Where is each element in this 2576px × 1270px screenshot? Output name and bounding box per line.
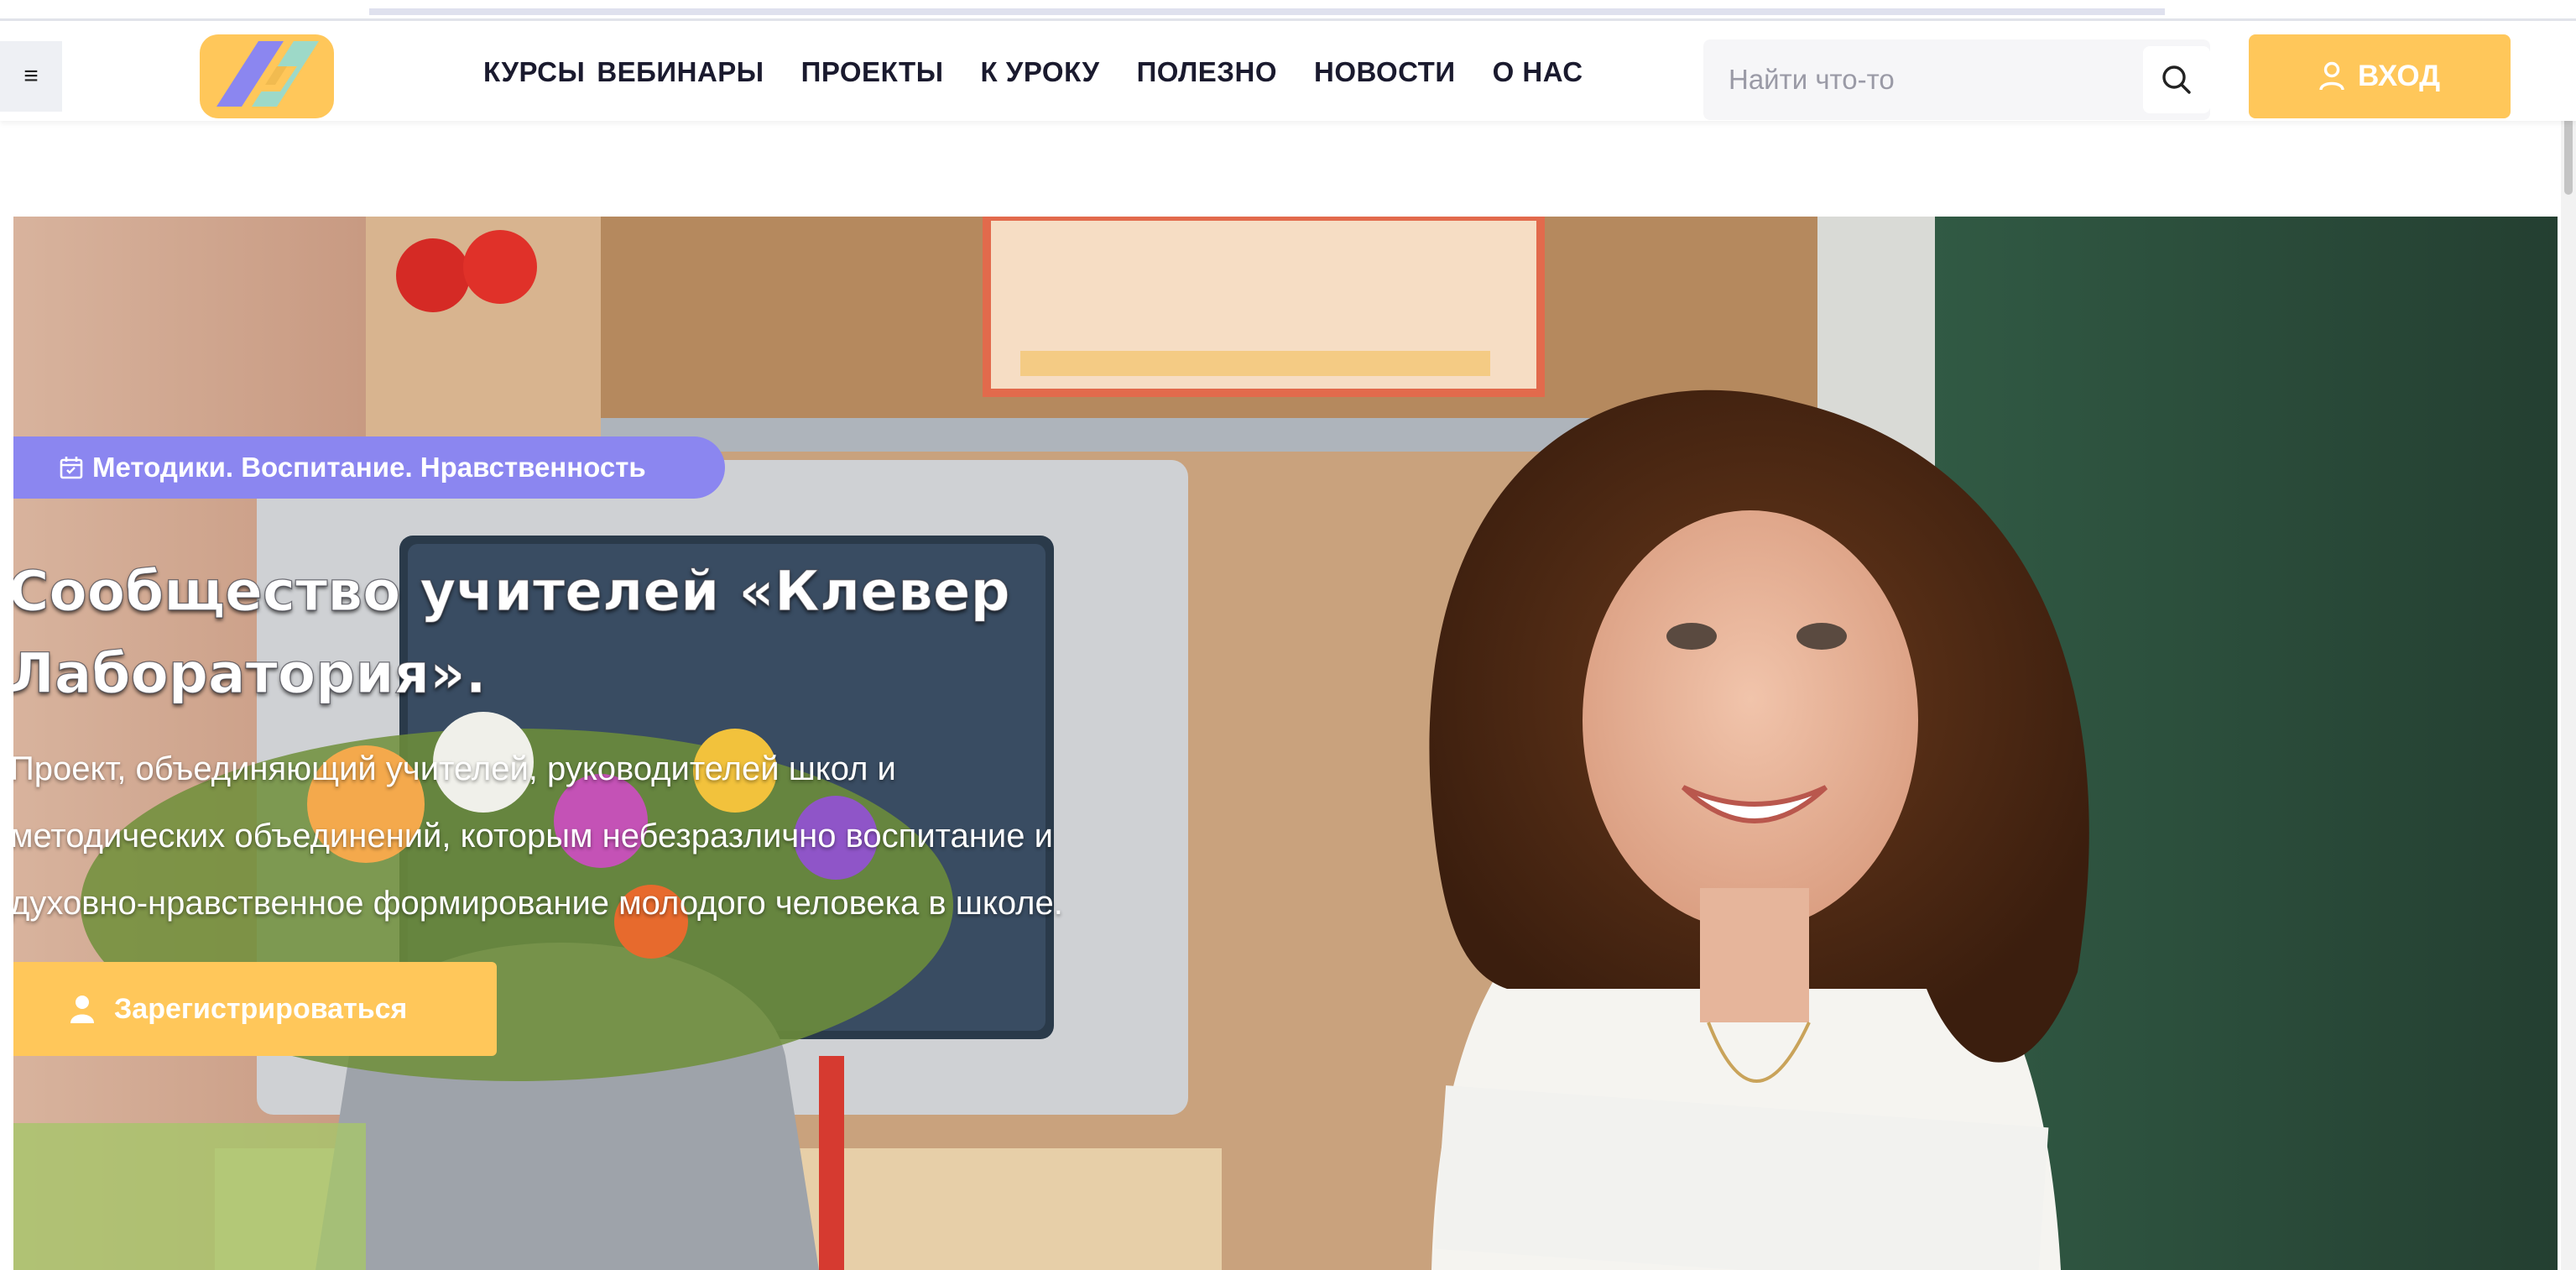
search-input[interactable] xyxy=(1729,39,2115,120)
user-icon xyxy=(70,996,94,1023)
nav-item-about[interactable]: О НАС xyxy=(1493,56,1583,88)
main-nav: КУРСЫ ВЕБИНАРЫ ПРОЕКТЫ К УРОКУ ПОЛЕЗНО Н… xyxy=(483,21,1620,123)
page: ≡ КУРСЫ ВЕБИНАРЫ ПРОЕКТЫ К УРОКУ ПОЛЕЗНО… xyxy=(0,0,2576,1270)
hero-title: Сообщество учителей «Клевер Лаборатория»… xyxy=(13,551,1183,715)
nav-item-projects[interactable]: ПРОЕКТЫ xyxy=(801,56,944,88)
nav-item-to-lesson[interactable]: К УРОКУ xyxy=(981,56,1100,88)
hero-description-line-1: Проект, объединяющий учителей, руководит… xyxy=(13,750,896,787)
hero-description-line-3: духовно-нравственное формирование молодо… xyxy=(13,885,1063,922)
page-scrollbar[interactable] xyxy=(2561,18,2576,1270)
search-button[interactable] xyxy=(2143,46,2210,113)
clover-logo-icon xyxy=(200,34,334,118)
nav-item-news[interactable]: НОВОСТИ xyxy=(1314,56,1456,88)
register-label: Зарегистрироваться xyxy=(114,992,408,1025)
search-icon xyxy=(2162,65,2191,94)
register-button[interactable]: Зарегистрироваться xyxy=(13,962,497,1056)
calendar-icon xyxy=(60,457,83,479)
site-header: ≡ КУРСЫ ВЕБИНАРЫ ПРОЕКТЫ К УРОКУ ПОЛЕЗНО… xyxy=(0,18,2576,121)
category-tag[interactable]: Методики. Воспитание. Нравственность xyxy=(13,436,725,499)
nav-item-courses[interactable]: КУРСЫ xyxy=(483,56,585,88)
login-button[interactable]: ВХОД xyxy=(2249,34,2511,118)
site-logo[interactable] xyxy=(200,33,334,120)
hero-title-line-2: Лаборатория». xyxy=(13,640,487,706)
nav-item-useful[interactable]: ПОЛЕЗНО xyxy=(1137,56,1277,88)
hero-section: Методики. Воспитание. Нравственность Соо… xyxy=(13,217,2558,1270)
menu-button[interactable]: ≡ xyxy=(0,41,62,112)
hero-description-line-2: методических объединений, которым небезр… xyxy=(13,818,1053,855)
search-box xyxy=(1703,39,2210,120)
user-icon xyxy=(2319,61,2344,91)
hero-description: Проект, объединяющий учителей, руководит… xyxy=(13,735,1269,937)
hamburger-icon: ≡ xyxy=(23,62,39,90)
hero-title-line-1: Сообщество учителей «Клевер xyxy=(13,558,1010,624)
nav-item-webinars[interactable]: ВЕБИНАРЫ xyxy=(597,56,764,88)
login-label: ВХОД xyxy=(2357,60,2441,92)
top-divider xyxy=(369,8,2165,15)
category-tag-label: Методики. Воспитание. Нравственность xyxy=(92,452,646,483)
